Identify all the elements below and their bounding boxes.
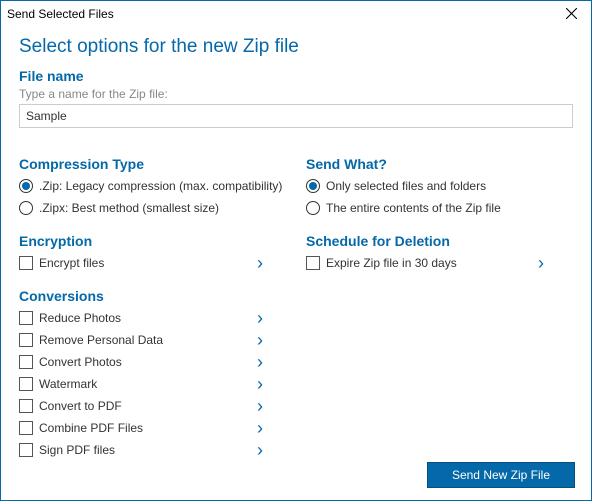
convert-to-pdf-checkbox[interactable]: Convert to PDF (19, 395, 122, 417)
checkbox-icon (19, 333, 33, 347)
checkbox-label: Encrypt files (39, 256, 104, 270)
checkbox-label: Watermark (39, 377, 97, 391)
window-title: Send Selected Files (7, 7, 114, 21)
checkbox-label: Convert to PDF (39, 399, 122, 413)
checkbox-icon (19, 421, 33, 435)
encrypt-files-checkbox[interactable]: Encrypt files (19, 252, 104, 274)
reduce-photos-checkbox[interactable]: Reduce Photos (19, 307, 121, 329)
conversions-section: Conversions Reduce Photos › Remove Perso… (19, 288, 286, 461)
schedule-section: Schedule for Deletion Expire Zip file in… (306, 233, 573, 274)
close-icon (566, 8, 577, 19)
checkbox-label: Sign PDF files (39, 443, 115, 457)
compression-section: Compression Type .Zip: Legacy compressio… (19, 156, 286, 219)
watermark-checkbox[interactable]: Watermark (19, 373, 97, 395)
sendwhat-heading: Send What? (306, 156, 573, 172)
checkbox-label: Remove Personal Data (39, 333, 163, 347)
chevron-right-icon[interactable]: › (532, 254, 550, 272)
chevron-right-icon[interactable]: › (251, 375, 269, 393)
radio-label: .Zip: Legacy compression (max. compatibi… (39, 179, 282, 193)
radio-label: Only selected files and folders (326, 179, 486, 193)
filename-section: File name Type a name for the Zip file: (19, 68, 573, 142)
schedule-heading: Schedule for Deletion (306, 233, 573, 249)
radio-icon (19, 201, 33, 215)
radio-icon (19, 179, 33, 193)
checkbox-icon (19, 311, 33, 325)
checkbox-icon (19, 443, 33, 457)
chevron-right-icon[interactable]: › (251, 353, 269, 371)
radio-icon (306, 201, 320, 215)
checkbox-label: Expire Zip file in 30 days (326, 256, 457, 270)
compression-heading: Compression Type (19, 156, 286, 172)
radio-entire-contents[interactable]: The entire contents of the Zip file (306, 197, 573, 219)
radio-icon (306, 179, 320, 193)
combine-pdf-checkbox[interactable]: Combine PDF Files (19, 417, 143, 439)
sendwhat-section: Send What? Only selected files and folde… (306, 156, 573, 219)
convert-photos-checkbox[interactable]: Convert Photos (19, 351, 122, 373)
checkbox-icon (19, 399, 33, 413)
filename-hint: Type a name for the Zip file: (19, 87, 573, 101)
radio-label: The entire contents of the Zip file (326, 201, 501, 215)
chevron-right-icon[interactable]: › (251, 254, 269, 272)
chevron-right-icon[interactable]: › (251, 397, 269, 415)
send-new-zip-button[interactable]: Send New Zip File (427, 462, 575, 488)
expire-zip-checkbox[interactable]: Expire Zip file in 30 days (306, 252, 457, 274)
radio-zipx-best[interactable]: .Zipx: Best method (smallest size) (19, 197, 286, 219)
chevron-right-icon[interactable]: › (251, 441, 269, 459)
checkbox-label: Convert Photos (39, 355, 122, 369)
encryption-section: Encryption Encrypt files › (19, 233, 286, 274)
checkbox-icon (19, 377, 33, 391)
filename-heading: File name (19, 68, 573, 84)
chevron-right-icon[interactable]: › (251, 331, 269, 349)
radio-zip-legacy[interactable]: .Zip: Legacy compression (max. compatibi… (19, 175, 286, 197)
checkbox-label: Reduce Photos (39, 311, 121, 325)
checkbox-label: Combine PDF Files (39, 421, 143, 435)
radio-only-selected[interactable]: Only selected files and folders (306, 175, 573, 197)
remove-personal-data-checkbox[interactable]: Remove Personal Data (19, 329, 163, 351)
radio-label: .Zipx: Best method (smallest size) (39, 201, 219, 215)
conversions-heading: Conversions (19, 288, 286, 304)
chevron-right-icon[interactable]: › (251, 309, 269, 327)
titlebar: Send Selected Files (1, 1, 591, 26)
close-button[interactable] (551, 1, 591, 26)
page-title: Select options for the new Zip file (19, 36, 573, 58)
sign-pdf-checkbox[interactable]: Sign PDF files (19, 439, 115, 461)
filename-input[interactable] (19, 104, 573, 128)
checkbox-icon (19, 256, 33, 270)
chevron-right-icon[interactable]: › (251, 419, 269, 437)
encryption-heading: Encryption (19, 233, 286, 249)
checkbox-icon (306, 256, 320, 270)
checkbox-icon (19, 355, 33, 369)
